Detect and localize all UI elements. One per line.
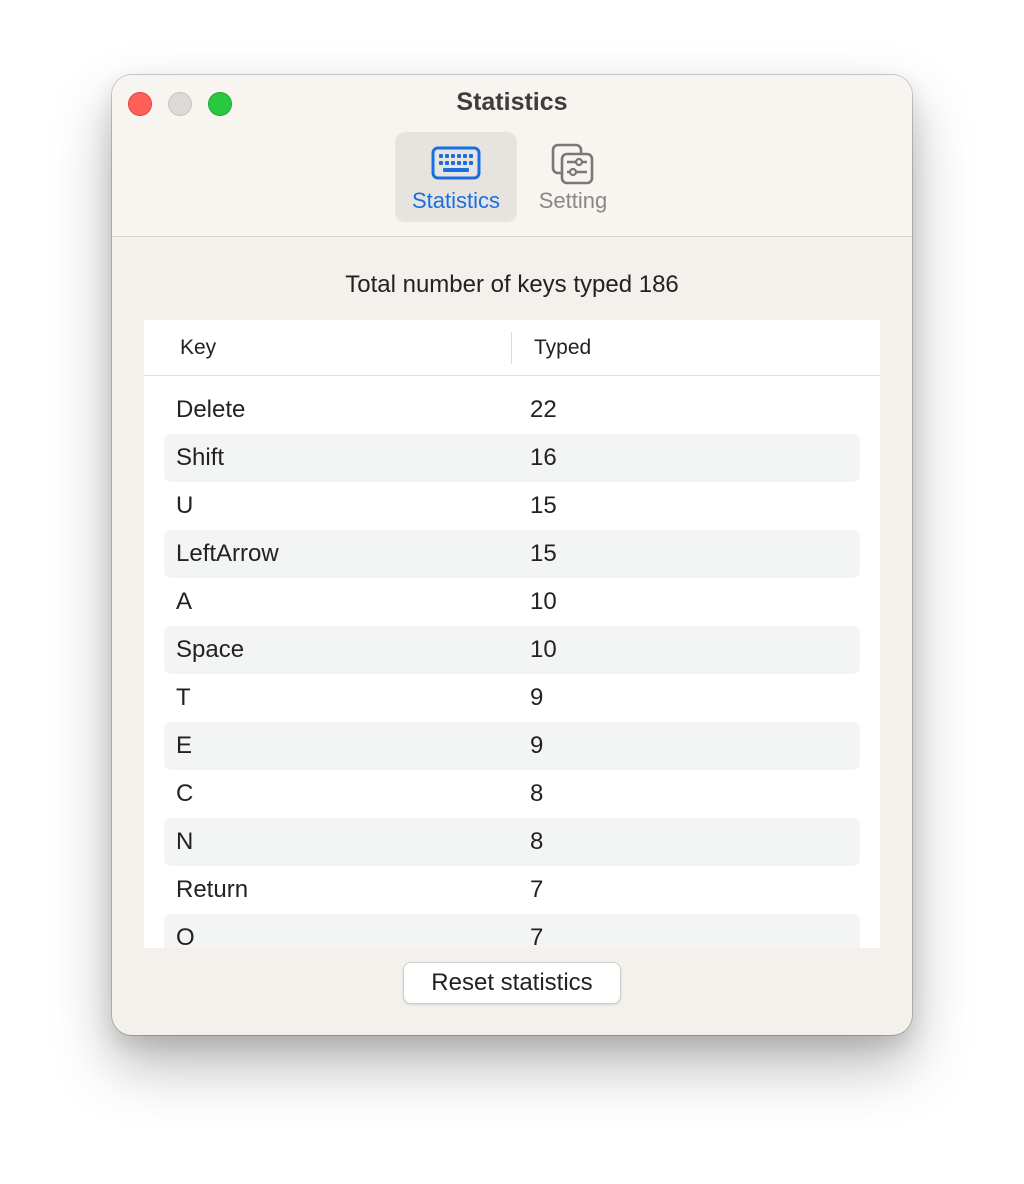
keyboard-icon [395, 144, 517, 184]
table-header: Key Typed [144, 320, 880, 376]
statistics-window: Statistics Statistics Setting Total numb… [112, 75, 912, 1035]
typed-cell: 15 [530, 492, 557, 519]
typed-cell: 9 [530, 732, 544, 759]
typed-cell: 8 [530, 780, 544, 807]
table-row[interactable]: E 9 [164, 722, 860, 770]
settings-sliders-icon [512, 143, 634, 185]
table-row[interactable]: LeftArrow 15 [164, 530, 860, 578]
table-row[interactable]: U 15 [164, 482, 860, 530]
key-cell: Delete [176, 396, 246, 423]
typed-cell: 8 [530, 828, 544, 855]
key-cell: Return [176, 876, 249, 903]
table-row[interactable]: Space 10 [164, 626, 860, 674]
column-header-key[interactable]: Key [180, 336, 216, 360]
key-cell: Space [176, 636, 245, 663]
typed-cell: 9 [530, 684, 544, 711]
tab-setting-label: Setting [538, 188, 608, 213]
table-row[interactable]: A 10 [164, 578, 860, 626]
title-bar: Statistics Statistics Setting [112, 75, 912, 237]
key-cell: E [176, 732, 193, 759]
tab-statistics[interactable]: Statistics [395, 132, 517, 222]
typed-cell: 7 [530, 876, 544, 903]
total-keys-summary: Total number of keys typed 186 [345, 271, 679, 298]
key-cell: T [176, 684, 191, 711]
typed-cell: 10 [530, 588, 557, 615]
key-cell: A [176, 588, 193, 615]
table-row[interactable]: C 8 [164, 770, 860, 818]
reset-statistics-button[interactable]: Reset statistics [403, 962, 621, 1004]
typed-cell: 22 [530, 396, 557, 423]
key-statistics-table[interactable]: Key Typed Delete 22 Shift 16 U 15 LeftAr… [144, 320, 880, 948]
table-rows: Delete 22 Shift 16 U 15 LeftArrow 15 A 1… [164, 386, 860, 948]
key-cell: N [176, 828, 194, 855]
typed-cell: 10 [530, 636, 557, 663]
window-title: Statistics [456, 88, 568, 116]
key-cell: U [176, 492, 194, 519]
table-row[interactable]: T 9 [164, 674, 860, 722]
key-cell: LeftArrow [176, 540, 279, 567]
key-cell: Shift [176, 444, 225, 471]
tab-setting[interactable]: Setting [512, 132, 634, 222]
key-cell: C [176, 780, 194, 807]
table-row[interactable]: N 8 [164, 818, 860, 866]
typed-cell: 15 [530, 540, 557, 567]
table-row[interactable]: Shift 16 [164, 434, 860, 482]
key-cell: O [176, 924, 195, 948]
typed-cell: 16 [530, 444, 557, 471]
table-row[interactable]: O 7 [164, 914, 860, 948]
column-divider[interactable] [511, 332, 512, 364]
table-row[interactable]: Delete 22 [164, 386, 860, 434]
table-row[interactable]: Return 7 [164, 866, 860, 914]
typed-cell: 7 [530, 924, 544, 948]
tab-statistics-label: Statistics [411, 188, 501, 213]
column-header-typed[interactable]: Typed [534, 336, 591, 360]
